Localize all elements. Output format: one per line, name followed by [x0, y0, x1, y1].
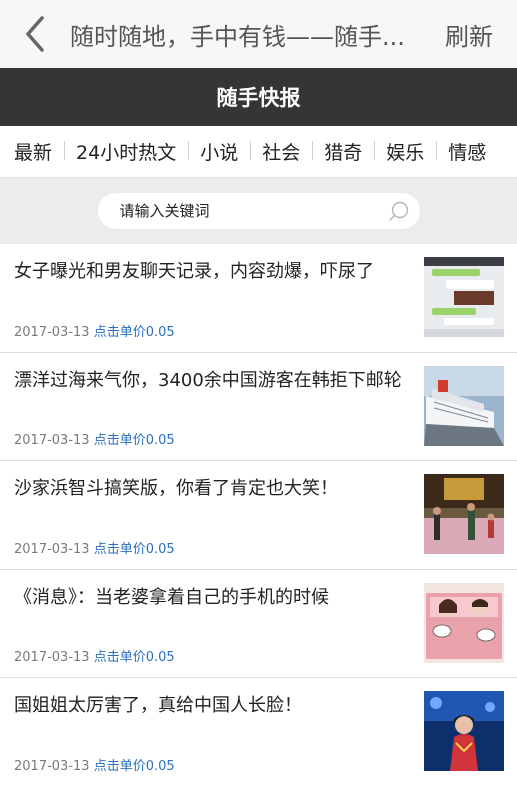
- article-title[interactable]: 《消息》：当老婆拿着自己的手机的时候: [14, 584, 410, 611]
- tab-curious[interactable]: 猎奇: [312, 138, 374, 165]
- article-date: 2017-03-13: [14, 758, 90, 774]
- article-title[interactable]: 漂洋过海来气你，3400余中国游客在韩拒下邮轮: [14, 367, 410, 394]
- chat-screenshot-thumbnail[interactable]: [424, 257, 504, 337]
- search-input[interactable]: [119, 202, 388, 220]
- click-price: 点击单价0.05: [93, 650, 175, 666]
- article-list: 女子曝光和男友聊天记录，内容劲爆，吓尿了 2017-03-13 点击单价0.05…: [0, 244, 517, 785]
- list-item[interactable]: 沙家浜智斗搞笑版，你看了肯定也大笑！ 2017-03-13 点击单价0.05: [0, 461, 517, 570]
- article-title[interactable]: 女子曝光和男友聊天记录，内容劲爆，吓尿了: [14, 258, 410, 285]
- article-meta: 2017-03-13 点击单价0.05: [14, 321, 175, 340]
- stage-performance-thumbnail[interactable]: [424, 474, 504, 555]
- list-item[interactable]: 女子曝光和男友聊天记录，内容劲爆，吓尿了 2017-03-13 点击单价0.05: [0, 244, 517, 353]
- article-date: 2017-03-13: [14, 650, 90, 666]
- article-title[interactable]: 国姐姐太厉害了，真给中国人长脸！: [14, 692, 410, 719]
- refresh-button[interactable]: 刷新: [445, 17, 517, 52]
- brand-bar: 随手快报: [0, 68, 517, 126]
- tab-latest[interactable]: 最新: [0, 138, 64, 165]
- category-tabs: 最新 24小时热文 小说 社会 猎奇 娱乐 情感: [0, 126, 517, 178]
- list-item[interactable]: 国姐姐太厉害了，真给中国人长脸！ 2017-03-13 点击单价0.05: [0, 678, 517, 785]
- article-date: 2017-03-13: [14, 433, 90, 449]
- couple-cartoon-thumbnail[interactable]: [424, 582, 504, 663]
- chevron-left-icon: [26, 16, 44, 52]
- article-title[interactable]: 沙家浜智斗搞笑版，你看了肯定也大笑！: [14, 475, 410, 502]
- search-box: [97, 193, 420, 229]
- list-item[interactable]: 漂洋过海来气你，3400余中国游客在韩拒下邮轮 2017-03-13 点击单价0…: [0, 353, 517, 462]
- tab-entertainment[interactable]: 娱乐: [374, 138, 436, 165]
- article-date: 2017-03-13: [14, 324, 90, 340]
- article-meta: 2017-03-13 点击单价0.05: [14, 429, 175, 448]
- article-date: 2017-03-13: [14, 541, 90, 557]
- click-price: 点击单价0.05: [93, 758, 175, 774]
- tab-emotion[interactable]: 情感: [436, 138, 498, 165]
- top-nav-bar: 随时随地，手中有钱——随手... 刷新: [0, 0, 517, 68]
- article-meta: 2017-03-13 点击单价0.05: [14, 755, 175, 774]
- tab-society[interactable]: 社会: [250, 138, 312, 165]
- search-icon[interactable]: [388, 200, 410, 222]
- article-meta: 2017-03-13 点击单价0.05: [14, 646, 175, 665]
- list-item[interactable]: 《消息》：当老婆拿着自己的手机的时候 2017-03-13 点击单价0.05: [0, 570, 517, 679]
- article-meta: 2017-03-13 点击单价0.05: [14, 538, 175, 557]
- cruise-ship-thumbnail[interactable]: [424, 365, 504, 446]
- click-price: 点击单价0.05: [93, 433, 175, 449]
- back-button[interactable]: [0, 0, 70, 68]
- tab-novel[interactable]: 小说: [188, 138, 250, 165]
- brand-title: 随手快报: [216, 86, 301, 110]
- singer-stage-thumbnail[interactable]: [424, 691, 504, 772]
- page-title: 随时随地，手中有钱——随手...: [70, 22, 405, 51]
- click-price: 点击单价0.05: [93, 541, 175, 557]
- click-price: 点击单价0.05: [93, 324, 175, 340]
- search-area: [0, 178, 517, 244]
- tab-24h-hot[interactable]: 24小时热文: [64, 138, 188, 165]
